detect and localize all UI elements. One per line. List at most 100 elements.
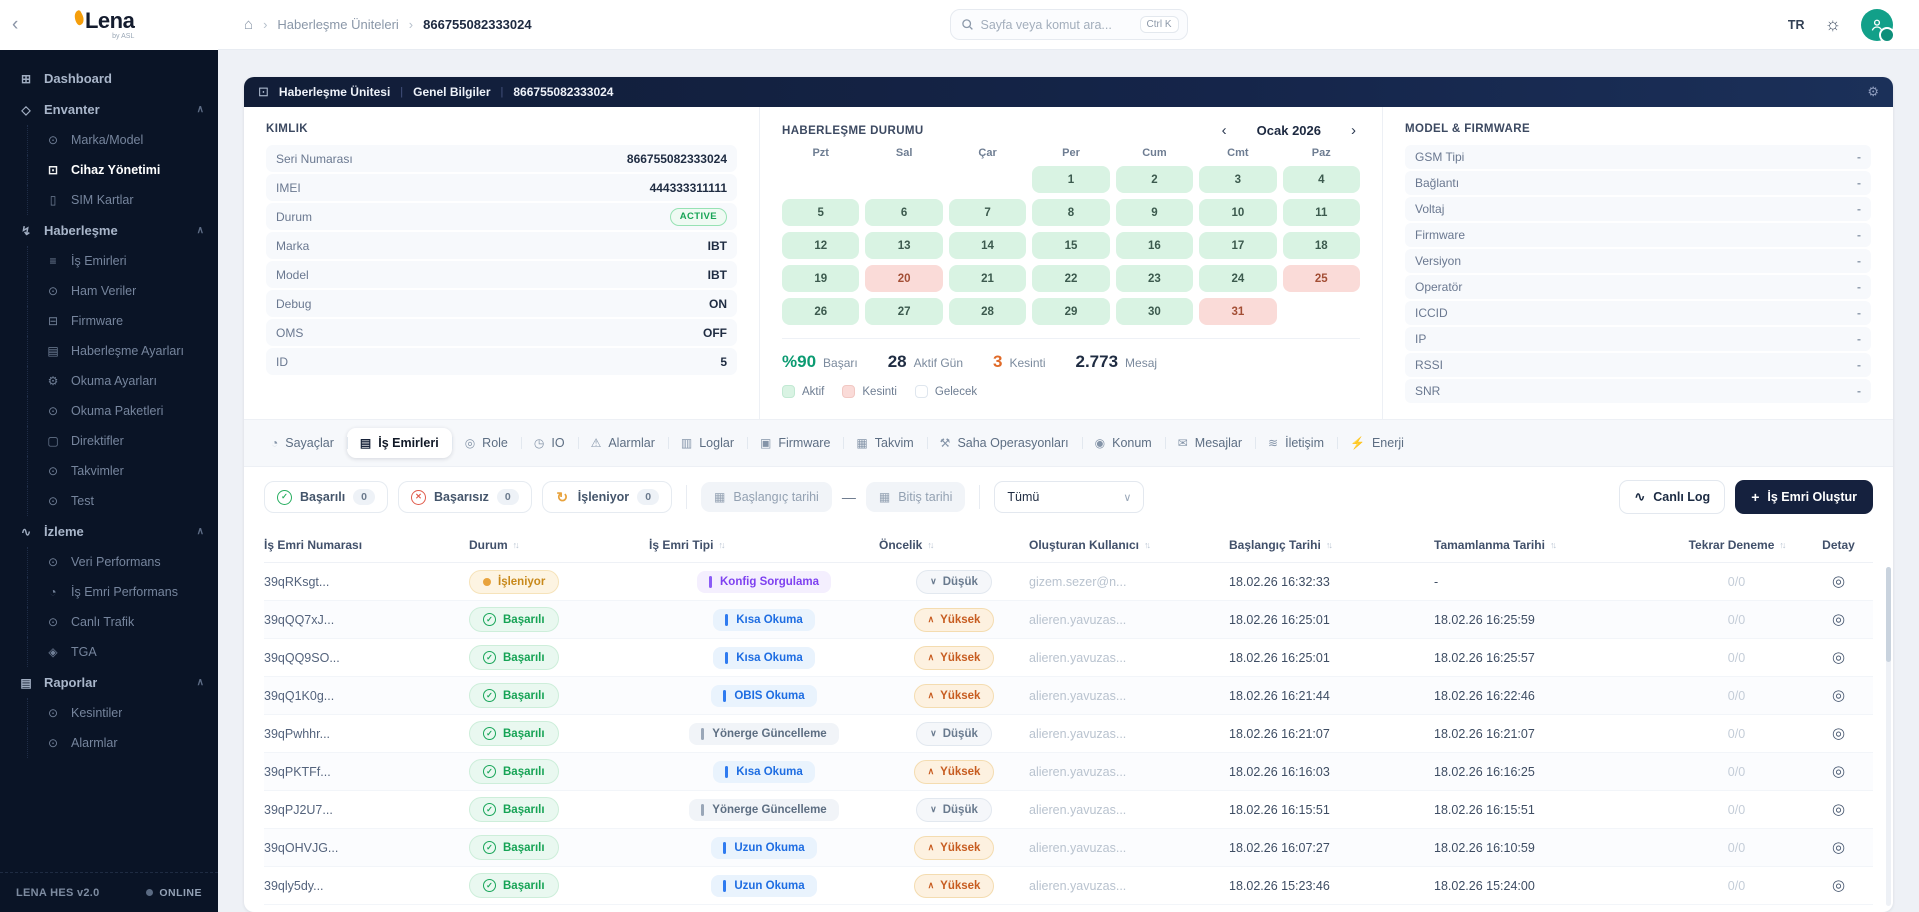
identity-row-value: IBT: [708, 268, 727, 282]
table-column-header[interactable]: Detay: [1804, 538, 1873, 552]
table-row[interactable]: 39qPwhhr... Başarılı Yönerge Güncelleme: [264, 715, 1873, 753]
detail-eye-icon[interactable]: [1832, 726, 1845, 741]
calendar-day: 16: [1116, 232, 1193, 259]
sidebar-group-izleme[interactable]: İzleme: [0, 516, 218, 547]
mf-row-label: Versiyon: [1415, 254, 1461, 268]
status-state-icon: [483, 841, 496, 854]
end-date-cell: 18.02.26 16:16:25: [1434, 765, 1669, 779]
next-month-icon[interactable]: [1351, 123, 1356, 138]
retry-cell: 0/0: [1669, 879, 1804, 893]
box-icon: [18, 103, 34, 117]
detail-eye-icon[interactable]: [1832, 574, 1845, 589]
tab-is-emirleri[interactable]: İş Emirleri: [347, 428, 452, 458]
end-date-input[interactable]: Bitiş tarihi: [866, 482, 966, 512]
sidebar-item-sim-kartlar[interactable]: SIM Kartlar: [27, 185, 218, 215]
home-icon[interactable]: [244, 16, 253, 33]
global-search[interactable]: Ctrl K: [950, 9, 1188, 40]
start-date-input[interactable]: Başlangıç tarihi: [701, 482, 832, 512]
sidebar-item-marka-model[interactable]: Marka/Model: [27, 125, 218, 155]
sidebar-group-envanter[interactable]: Envanter: [0, 94, 218, 125]
tab-mesajlar[interactable]: Mesajlar: [1165, 428, 1255, 458]
detail-eye-icon[interactable]: [1832, 650, 1845, 665]
filter-chip-basarisiz[interactable]: Başarısız 0: [398, 481, 532, 513]
table-column-header[interactable]: Oluşturan Kullanıcı: [1029, 538, 1229, 552]
detail-eye-icon[interactable]: [1832, 688, 1845, 703]
sidebar-item-is-emirleri[interactable]: İş Emirleri: [27, 246, 218, 276]
table-row[interactable]: 39qRKsgt... İşleniyor Konfig Sorgulama: [264, 563, 1873, 601]
sidebar-item-label: Alarmlar: [71, 736, 118, 750]
sidebar-item-dashboard[interactable]: Dashboard: [0, 63, 218, 94]
detail-eye-icon[interactable]: [1832, 802, 1845, 817]
filter-chip-basarili[interactable]: Başarılı 0: [264, 481, 388, 513]
prev-month-icon[interactable]: [1222, 123, 1227, 138]
sidebar-item-takvimler[interactable]: Takvimler: [27, 456, 218, 486]
sidebar-item-tga[interactable]: TGA: [27, 637, 218, 667]
tab-sayaclar[interactable]: Sayaçlar: [258, 428, 347, 458]
tab-firmware[interactable]: Firmware: [747, 428, 843, 458]
detail-eye-icon[interactable]: [1832, 878, 1845, 893]
sidebar-item-canli-trafik[interactable]: Canlı Trafik: [27, 607, 218, 637]
tab-konum[interactable]: Konum: [1082, 428, 1165, 458]
sidebar-item-kesintiler[interactable]: Kesintiler: [27, 698, 218, 728]
table-row[interactable]: 39qQQ7xJ... Başarılı Kısa Okuma: [264, 601, 1873, 639]
table-row[interactable]: 39qly5dy... Başarılı Uzun Okuma: [264, 867, 1873, 905]
table-row[interactable]: 39qOHVJG... Başarılı Uzun Okuma: [264, 829, 1873, 867]
create-work-order-button[interactable]: İş Emri Oluştur: [1735, 480, 1873, 514]
detail-eye-icon[interactable]: [1832, 840, 1845, 855]
dot-icon: [45, 706, 61, 720]
scrollbar-thumb[interactable]: [1886, 567, 1891, 662]
tab-saha-operasyonlari[interactable]: Saha Operasyonları: [927, 428, 1082, 458]
tab-alarmlar[interactable]: Alarmlar: [578, 428, 668, 458]
table-scrollbar[interactable]: [1886, 567, 1891, 906]
search-input[interactable]: [981, 18, 1133, 32]
sidebar-item-cihaz-yonetimi[interactable]: Cihaz Yönetimi: [27, 155, 218, 185]
live-log-button[interactable]: Canlı Log: [1619, 480, 1725, 514]
tab-role[interactable]: Role: [452, 428, 521, 458]
sidebar-group-raporlar[interactable]: Raporlar: [0, 667, 218, 698]
dot-icon: [45, 736, 61, 750]
detail-eye-icon[interactable]: [1832, 612, 1845, 627]
tab-io[interactable]: IO: [521, 428, 578, 458]
detail-eye-icon[interactable]: [1832, 764, 1845, 779]
table-column-header[interactable]: Başlangıç Tarihi: [1229, 538, 1434, 552]
table-column-header[interactable]: Tekrar Deneme: [1669, 538, 1804, 552]
table-row[interactable]: 39qQQ9SO... Başarılı Kısa Okuma: [264, 639, 1873, 677]
theme-sun-icon[interactable]: [1825, 14, 1842, 35]
sidebar-item-okuma-ayarlari[interactable]: Okuma Ayarları: [27, 366, 218, 396]
tab-iletisim[interactable]: İletişim: [1255, 428, 1337, 458]
table-row[interactable]: 39qPJ2U7... Başarılı Yönerge Güncelleme: [264, 791, 1873, 829]
sidebar-item-haberlesme-ayarlari[interactable]: Haberleşme Ayarları: [27, 336, 218, 366]
sidebar-collapse-icon[interactable]: [12, 14, 18, 36]
sidebar-item-direktifler[interactable]: Direktifler: [27, 426, 218, 456]
sidebar-item-test[interactable]: Test: [27, 486, 218, 516]
type-filter-dropdown[interactable]: Tümü: [994, 481, 1144, 513]
sidebar-item-ham-veriler[interactable]: Ham Veriler: [27, 276, 218, 306]
status-cell: Başarılı: [469, 721, 649, 746]
work-order-id: 39qPKTFf...: [264, 765, 469, 779]
table-column-header[interactable]: Tamamlanma Tarihi: [1434, 538, 1669, 552]
sidebar-item-okuma-paketleri[interactable]: Okuma Paketleri: [27, 396, 218, 426]
calendar-day: 20: [865, 265, 942, 292]
table-row[interactable]: 39qQ1K0g... Başarılı OBIS Okuma: [264, 677, 1873, 715]
detail-cell: [1804, 802, 1873, 817]
gear-icon[interactable]: [1867, 83, 1879, 101]
language-toggle[interactable]: TR: [1788, 18, 1805, 32]
breadcrumb-link[interactable]: Haberleşme Üniteleri: [277, 17, 398, 32]
table-column-header[interactable]: İş Emri Numarası: [264, 538, 469, 552]
tab-enerji[interactable]: Enerji: [1337, 428, 1417, 458]
table-column-header[interactable]: Öncelik: [879, 538, 1029, 552]
filter-chip-isleniyor[interactable]: İşleniyor 0: [542, 481, 672, 513]
sidebar-item-alarmlar[interactable]: Alarmlar: [27, 728, 218, 758]
status-badge: Başarılı: [469, 759, 559, 784]
sidebar-item-veri-performans[interactable]: Veri Performans: [27, 547, 218, 577]
sidebar-item-is-emri-performans[interactable]: İş Emri Performans: [27, 577, 218, 607]
table-column-header[interactable]: İş Emri Tipi: [649, 538, 879, 552]
column-label: Tamamlanma Tarihi: [1434, 538, 1545, 552]
sidebar-item-firmware[interactable]: Firmware: [27, 306, 218, 336]
avatar[interactable]: [1861, 9, 1893, 41]
tab-loglar[interactable]: Loglar: [668, 428, 747, 458]
table-column-header[interactable]: Durum: [469, 538, 649, 552]
sidebar-group-haberlesme[interactable]: Haberleşme: [0, 215, 218, 246]
table-row[interactable]: 39qPKTFf... Başarılı Kısa Okuma: [264, 753, 1873, 791]
tab-takvim[interactable]: Takvim: [843, 428, 926, 458]
